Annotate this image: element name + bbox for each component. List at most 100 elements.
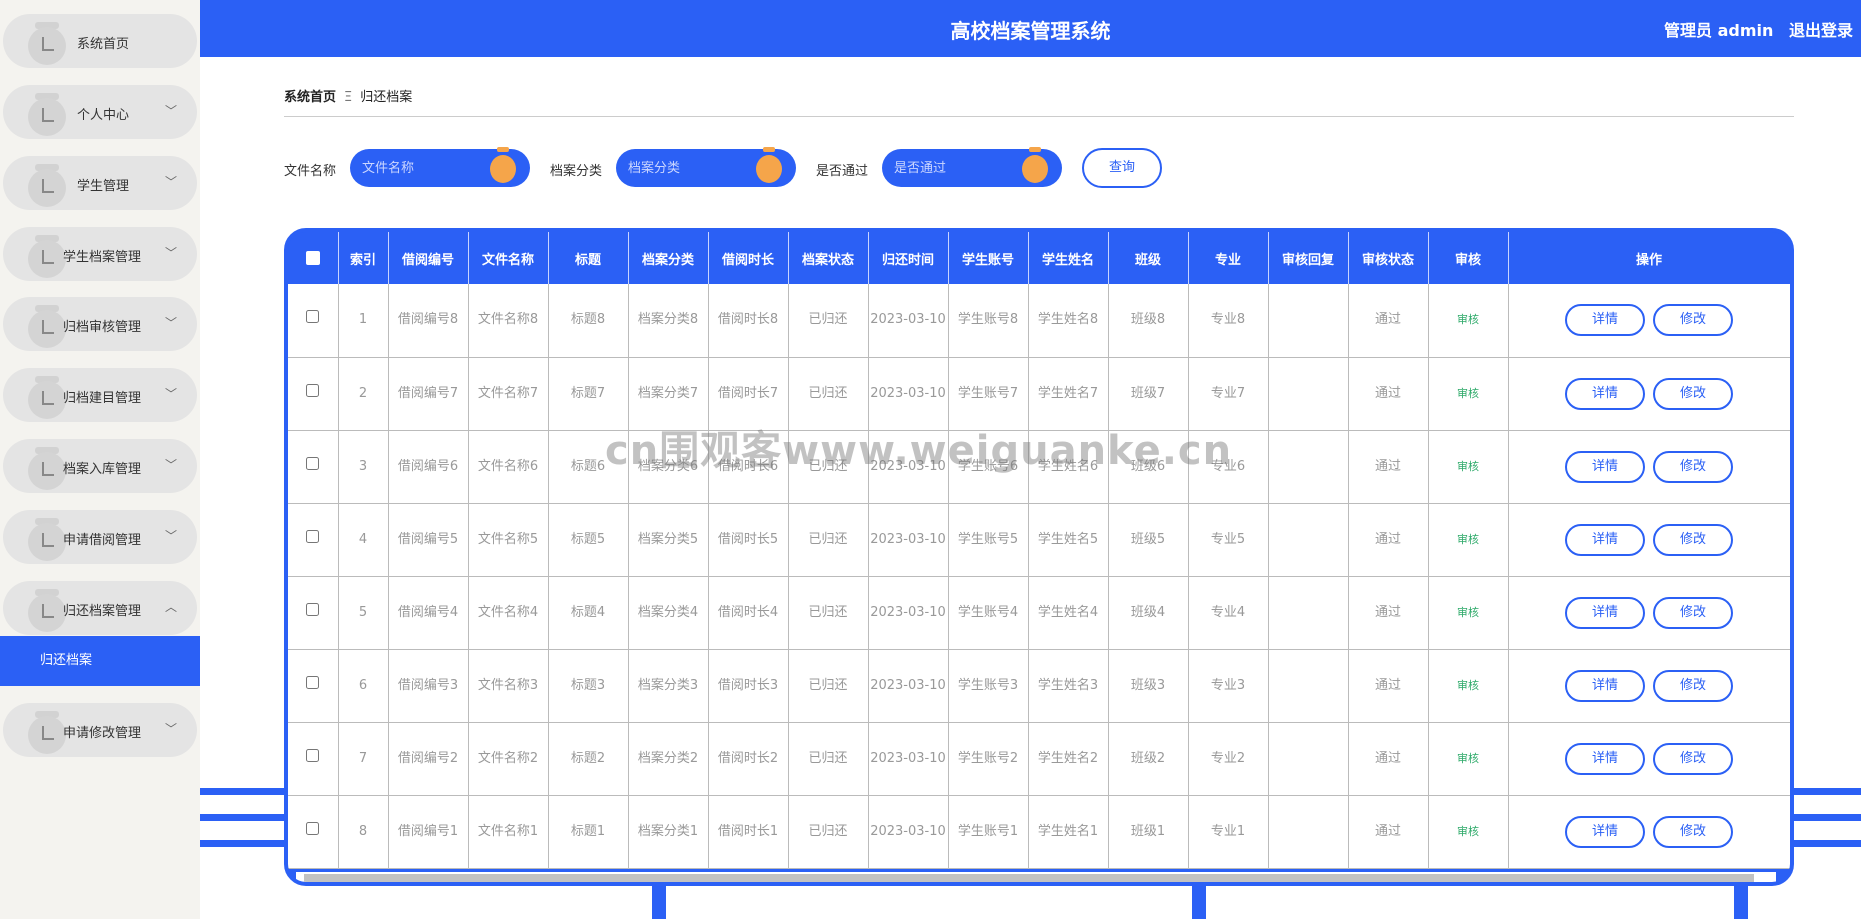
- detail-button[interactable]: 详情: [1565, 304, 1645, 337]
- breadcrumb-home[interactable]: 系统首页: [284, 90, 336, 105]
- column-header: 标题: [548, 232, 629, 284]
- table-cell-student: 学生姓名8: [1028, 284, 1109, 358]
- table-cell-category: 档案分类8: [628, 284, 709, 358]
- table-cell-class: 班级3: [1108, 649, 1189, 723]
- sidebar-item-label: 档案入库管理: [63, 462, 142, 477]
- scrollbar-thumb[interactable]: [304, 874, 1754, 882]
- row-checkbox[interactable]: [288, 430, 339, 504]
- row-checkbox[interactable]: [288, 649, 339, 723]
- column-header: 档案分类: [628, 232, 709, 284]
- detail-button[interactable]: 详情: [1565, 377, 1645, 410]
- sidebar-item-student-archive-mgmt[interactable]: 学生档案管理 ﹀: [3, 227, 197, 281]
- knob-icon: [28, 164, 66, 208]
- table-row: 5 借阅编号4 文件名称4 标题4 档案分类4 借阅时长4 已归还 2023-03-10 学生账…: [288, 576, 1790, 650]
- table-cell-category: 档案分类7: [628, 357, 709, 431]
- table-cell-class: 班级5: [1108, 503, 1189, 577]
- sidebar-item-label: 归还档案管理: [63, 604, 142, 619]
- edit-button[interactable]: 修改: [1653, 742, 1733, 775]
- table-cell-actions: 详情 修改: [1508, 795, 1790, 869]
- table-cell-title: 标题2: [548, 722, 629, 796]
- table-cell-index: 5: [338, 576, 389, 650]
- table-cell-audit-status: 通过: [1348, 284, 1429, 358]
- decor-leg: [1734, 886, 1748, 919]
- edit-button[interactable]: 修改: [1653, 596, 1733, 629]
- sidebar-item-modify-request-mgmt[interactable]: 申请修改管理 ﹀: [3, 703, 197, 757]
- audit-link[interactable]: 审核: [1457, 606, 1479, 619]
- table-cell-actions: 详情 修改: [1508, 649, 1790, 723]
- sidebar-item-archive-catalog-mgmt[interactable]: 归档建目管理 ﹀: [3, 368, 197, 422]
- row-checkbox[interactable]: [288, 503, 339, 577]
- table-cell-title: 标题1: [548, 795, 629, 869]
- row-checkbox[interactable]: [288, 284, 339, 358]
- table-cell-student: 学生姓名7: [1028, 357, 1109, 431]
- column-header: 学生姓名: [1028, 232, 1109, 284]
- select-all-checkbox[interactable]: [288, 232, 339, 284]
- row-checkbox[interactable]: [288, 722, 339, 796]
- table-header-row: 索引 借阅编号 文件名称 标题 档案分类 借阅时长 档案状态 归还时间 学生账号 学生姓名 班级 专业…: [288, 232, 1790, 284]
- category-field[interactable]: [616, 147, 796, 187]
- row-checkbox[interactable]: [288, 795, 339, 869]
- table-cell-status: 已归还: [788, 722, 869, 796]
- pin-icon: [1022, 147, 1048, 183]
- edit-button[interactable]: 修改: [1653, 377, 1733, 410]
- audit-link[interactable]: 审核: [1457, 313, 1479, 326]
- file-name-input[interactable]: [362, 158, 482, 178]
- detail-button[interactable]: 详情: [1565, 596, 1645, 629]
- table-cell-actions: 详情 修改: [1508, 284, 1790, 358]
- row-checkbox[interactable]: [288, 357, 339, 431]
- detail-button[interactable]: 详情: [1565, 669, 1645, 702]
- chevron-icon: ﹀: [164, 722, 177, 736]
- sidebar-item-student-mgmt[interactable]: 学生管理 ﹀: [3, 156, 197, 210]
- sidebar-item-return-archive-mgmt[interactable]: 归还档案管理 ︿: [3, 581, 197, 635]
- table-cell-file-name: 文件名称4: [468, 576, 549, 650]
- detail-button[interactable]: 详情: [1565, 523, 1645, 556]
- sidebar-item-home[interactable]: 系统首页: [3, 14, 197, 68]
- table-cell-actions: 详情 修改: [1508, 503, 1790, 577]
- table-cell-audit: 审核: [1428, 357, 1509, 431]
- sidebar-item-personal-center[interactable]: 个人中心 ﹀: [3, 85, 197, 139]
- logout-button[interactable]: 退出登录: [1789, 21, 1853, 40]
- sidebar-item-borrow-request-mgmt[interactable]: 申请借阅管理 ﹀: [3, 510, 197, 564]
- table-cell-duration: 借阅时长7: [708, 357, 789, 431]
- audit-link[interactable]: 审核: [1457, 679, 1479, 692]
- table-cell-return-time: 2023-03-10: [868, 284, 949, 358]
- table-cell-account: 学生账号8: [948, 284, 1029, 358]
- audit-link[interactable]: 审核: [1457, 460, 1479, 473]
- breadcrumb-separator: Ξ: [344, 90, 353, 105]
- sidebar-item-archive-storage-mgmt[interactable]: 档案入库管理 ﹀: [3, 439, 197, 493]
- detail-button[interactable]: 详情: [1565, 815, 1645, 848]
- edit-button[interactable]: 修改: [1653, 669, 1733, 702]
- edit-button[interactable]: 修改: [1653, 815, 1733, 848]
- audit-link[interactable]: 审核: [1457, 387, 1479, 400]
- audit-link[interactable]: 审核: [1457, 533, 1479, 546]
- detail-button[interactable]: 详情: [1565, 450, 1645, 483]
- sidebar-item-label: 申请借阅管理: [63, 533, 142, 548]
- sidebar-subitem-return-archive[interactable]: 归还档案: [0, 636, 200, 686]
- table-cell-status: 已归还: [788, 576, 869, 650]
- edit-button[interactable]: 修改: [1653, 450, 1733, 483]
- detail-button[interactable]: 详情: [1565, 742, 1645, 775]
- search-button[interactable]: 查询: [1082, 148, 1162, 188]
- table-cell-borrow-no: 借阅编号6: [388, 430, 469, 504]
- decor-line: [1790, 788, 1861, 795]
- column-header: 索引: [338, 232, 389, 284]
- pass-input[interactable]: [894, 158, 1014, 178]
- decor-leg: [1192, 886, 1206, 919]
- audit-link[interactable]: 审核: [1457, 825, 1479, 838]
- edit-button[interactable]: 修改: [1653, 523, 1733, 556]
- table-cell-audit: 审核: [1428, 649, 1509, 723]
- file-name-field[interactable]: [350, 147, 530, 187]
- table-cell-status: 已归还: [788, 649, 869, 723]
- table-cell-reply: [1268, 795, 1349, 869]
- decor-line: [200, 840, 290, 847]
- edit-button[interactable]: 修改: [1653, 304, 1733, 337]
- knob-icon: [28, 447, 66, 491]
- row-checkbox[interactable]: [288, 576, 339, 650]
- sidebar-item-archive-review-mgmt[interactable]: 归档审核管理 ﹀: [3, 297, 197, 351]
- table-cell-actions: 详情 修改: [1508, 576, 1790, 650]
- table-cell-category: 档案分类3: [628, 649, 709, 723]
- category-input[interactable]: [628, 158, 748, 178]
- pass-select[interactable]: [882, 147, 1062, 187]
- audit-link[interactable]: 审核: [1457, 752, 1479, 765]
- horizontal-scrollbar[interactable]: [296, 872, 1776, 882]
